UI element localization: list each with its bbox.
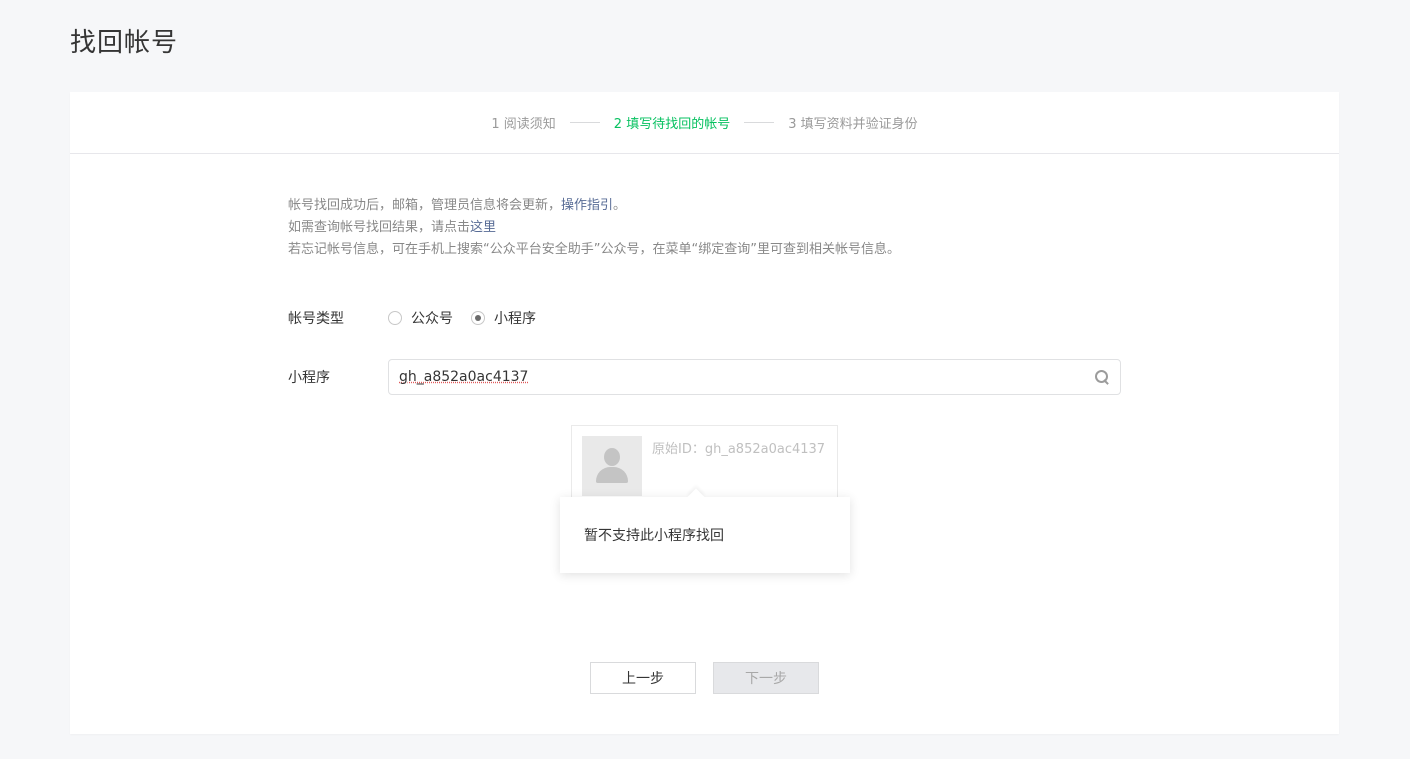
unsupported-popover: 暂不支持此小程序找回 — [560, 497, 850, 573]
avatar-head — [604, 448, 620, 466]
query-result-link[interactable]: 这里 — [470, 220, 496, 235]
prev-button[interactable]: 上一步 — [590, 662, 696, 694]
note-line-1: 帐号找回成功后，邮箱，管理员信息将会更新，操作指引。 — [288, 195, 900, 217]
mini-program-row: 小程序 — [288, 359, 1121, 395]
step-separator — [744, 122, 775, 123]
step-indicator: 1 阅读须知 2 填写待找回的帐号 3 填写资料并验证身份 — [70, 92, 1339, 154]
avatar — [582, 436, 642, 496]
mini-program-label: 小程序 — [288, 370, 330, 386]
note-text: 如需查询帐号找回结果，请点击 — [288, 220, 471, 235]
step-2: 2 填写待找回的帐号 — [613, 117, 731, 132]
search-result-card[interactable]: 原始ID：gh_a852a0ac4137 — [571, 425, 838, 497]
search-box — [388, 359, 1121, 395]
search-input[interactable] — [399, 369, 1094, 385]
note-text: 帐号找回成功后，邮箱，管理员信息将会更新， — [288, 198, 562, 213]
radio-label: 小程序 — [494, 311, 536, 327]
page-title: 找回帐号 — [70, 28, 179, 58]
account-type-row: 帐号类型 公众号 小程序 — [288, 308, 554, 328]
popover-message: 暂不支持此小程序找回 — [584, 528, 724, 544]
account-type-label: 帐号类型 — [288, 311, 344, 327]
note-line-2: 如需查询帐号找回结果，请点击这里 — [288, 217, 900, 239]
search-icon[interactable] — [1094, 369, 1110, 385]
avatar-body — [596, 467, 628, 483]
next-button[interactable]: 下一步 — [713, 662, 819, 694]
notes: 帐号找回成功后，邮箱，管理员信息将会更新，操作指引。 如需查询帐号找回结果，请点… — [288, 195, 900, 261]
main-card: 1 阅读须知 2 填写待找回的帐号 3 填写资料并验证身份 帐号找回成功后，邮箱… — [70, 92, 1339, 734]
guide-link[interactable]: 操作指引 — [561, 198, 613, 213]
note-line-3: 若忘记帐号信息，可在手机上搜索“公众平台安全助手”公众号，在菜单“绑定查询”里可… — [288, 242, 900, 257]
step-3: 3 填写资料并验证身份 — [788, 117, 918, 132]
radio-circle-checked[interactable] — [471, 311, 485, 325]
radio-official-account[interactable]: 公众号 — [388, 308, 453, 328]
radio-mini-program[interactable]: 小程序 — [471, 308, 536, 328]
step-separator — [569, 122, 600, 123]
radio-circle[interactable] — [388, 311, 402, 325]
original-id: 原始ID：gh_a852a0ac4137 — [652, 442, 826, 457]
step-1: 1 阅读须知 — [491, 117, 556, 132]
radio-label: 公众号 — [411, 311, 453, 327]
note-text: 。 — [613, 198, 627, 213]
